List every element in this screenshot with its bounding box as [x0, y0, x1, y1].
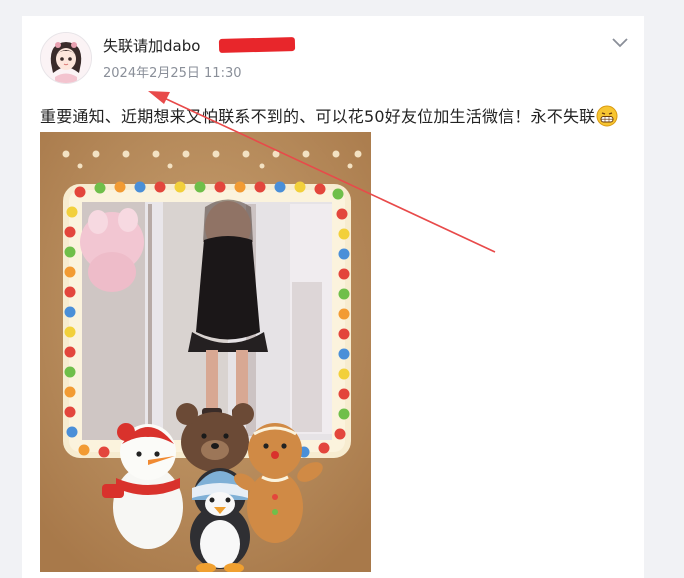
grinning-face-icon — [596, 105, 618, 127]
post-text-content: 重要通知、近期想来又怕联系不到的、可以花50好友位加生活微信！永不失联 — [40, 107, 596, 126]
chevron-down-icon[interactable] — [610, 34, 630, 48]
redaction-mark — [218, 37, 296, 53]
post-text: 重要通知、近期想来又怕联系不到的、可以花50好友位加生活微信！永不失联 — [40, 103, 618, 127]
username[interactable]: 失联请加dabo — [103, 35, 200, 56]
post-card: 失联请加dabo 2024年2月25日 11:30 重要通知、近期想来又怕联系不… — [22, 16, 644, 578]
post-timestamp[interactable]: 2024年2月25日 11:30 — [103, 62, 242, 81]
avatar[interactable] — [40, 32, 92, 84]
post-image[interactable] — [40, 132, 371, 573]
